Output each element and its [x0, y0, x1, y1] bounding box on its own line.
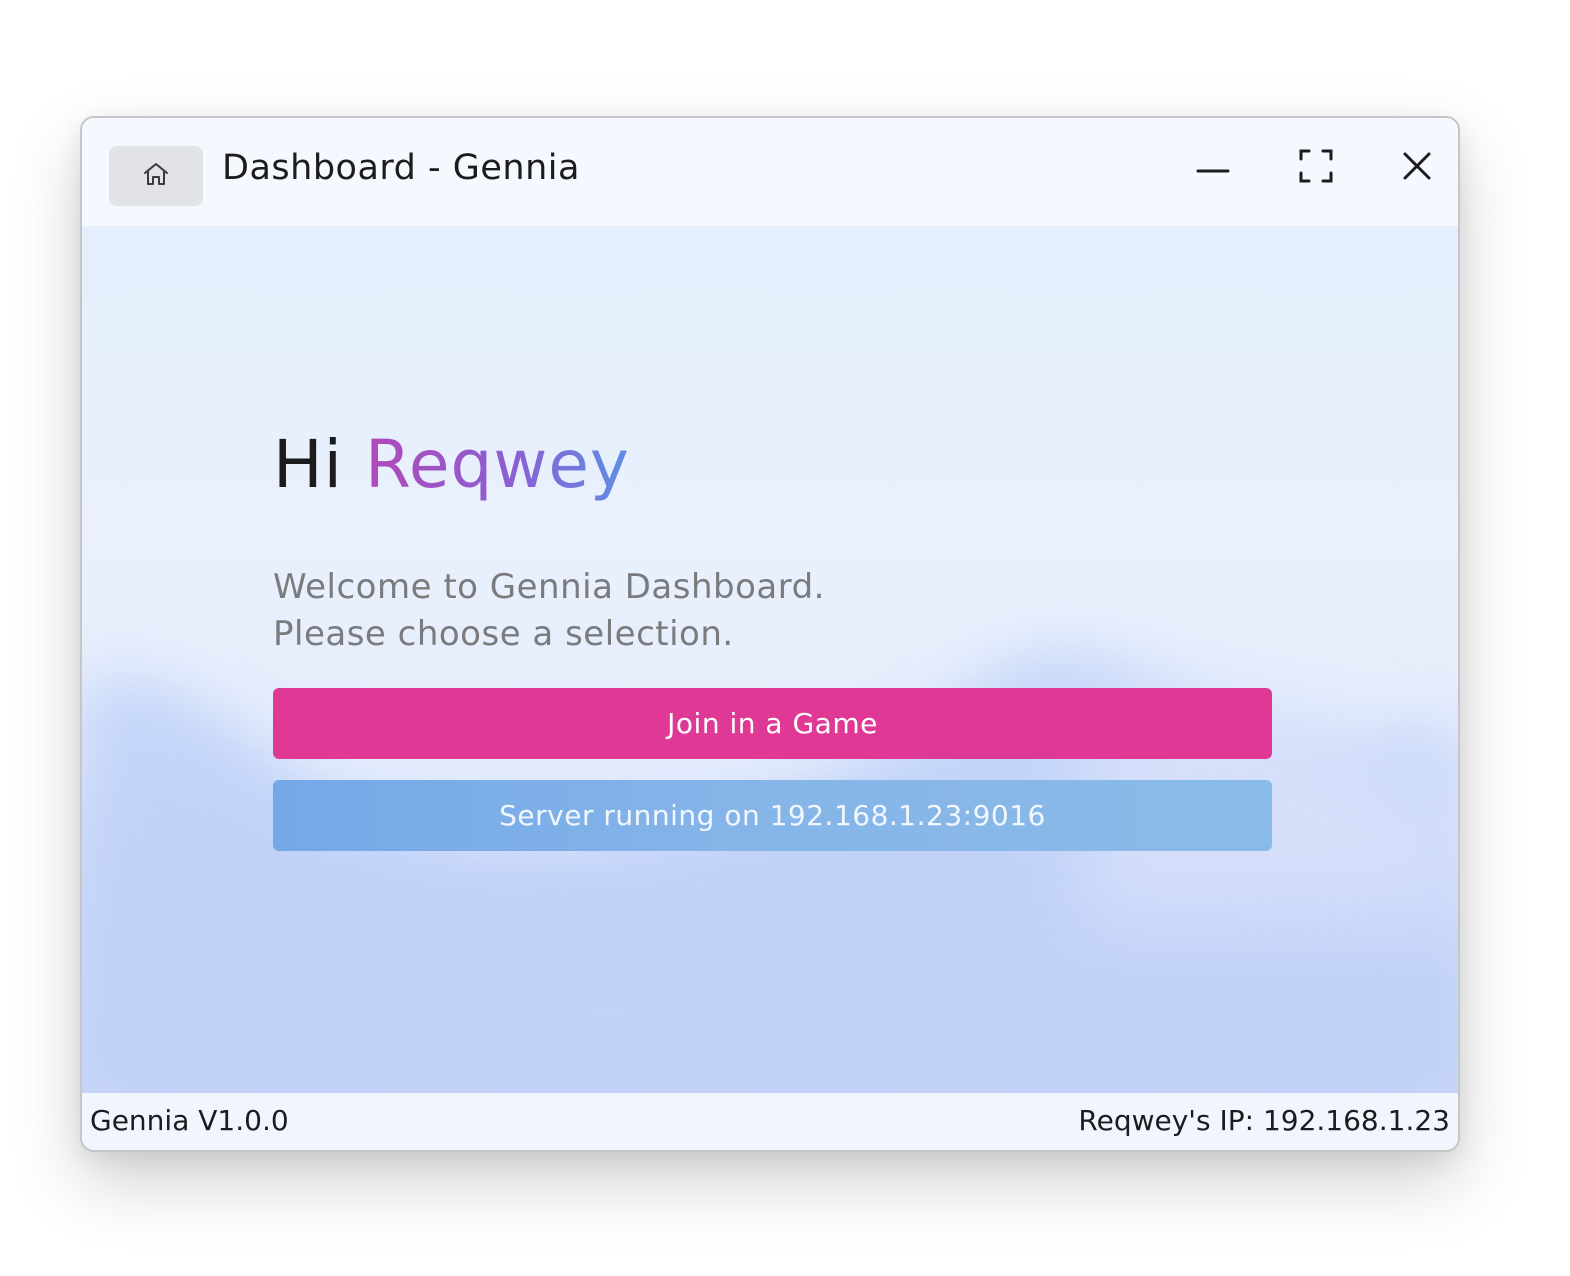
welcome-line-2: Please choose a selection. — [273, 614, 734, 654]
minimize-button[interactable] — [1178, 138, 1248, 198]
title-bar: Dashboard - Gennia — [82, 118, 1458, 226]
close-button[interactable] — [1382, 138, 1452, 198]
maximize-button[interactable] — [1281, 138, 1351, 198]
greeting-heading: Hi Reqwey — [273, 426, 630, 503]
screen: Dashboard - Gennia Hi Reqwey Welcome to … — [0, 0, 1570, 1276]
greeting-prefix: Hi — [273, 426, 343, 503]
welcome-text: Welcome to Gennia Dashboard. Please choo… — [273, 564, 825, 658]
maximize-icon — [1296, 146, 1336, 190]
welcome-line-1: Welcome to Gennia Dashboard. — [273, 567, 825, 607]
app-window: Dashboard - Gennia Hi Reqwey Welcome to … — [80, 116, 1460, 1152]
user-name: Reqwey — [364, 426, 630, 503]
background-mountains — [82, 653, 1458, 1097]
close-icon — [1397, 146, 1437, 190]
home-button[interactable] — [109, 146, 203, 206]
app-version: Gennia V1.0.0 — [90, 1104, 289, 1137]
dashboard-content: Hi Reqwey Welcome to Gennia Dashboard. P… — [82, 226, 1458, 1097]
minimize-icon — [1193, 146, 1233, 190]
home-icon — [140, 158, 172, 194]
server-status-button[interactable]: Server running on 192.168.1.23:9016 — [273, 780, 1272, 851]
user-ip: Reqwey's IP: 192.168.1.23 — [1078, 1104, 1450, 1137]
status-bar: Gennia V1.0.0 Reqwey's IP: 192.168.1.23 — [82, 1093, 1458, 1150]
window-title: Dashboard - Gennia — [222, 148, 580, 188]
join-game-button[interactable]: Join in a Game — [273, 688, 1272, 759]
